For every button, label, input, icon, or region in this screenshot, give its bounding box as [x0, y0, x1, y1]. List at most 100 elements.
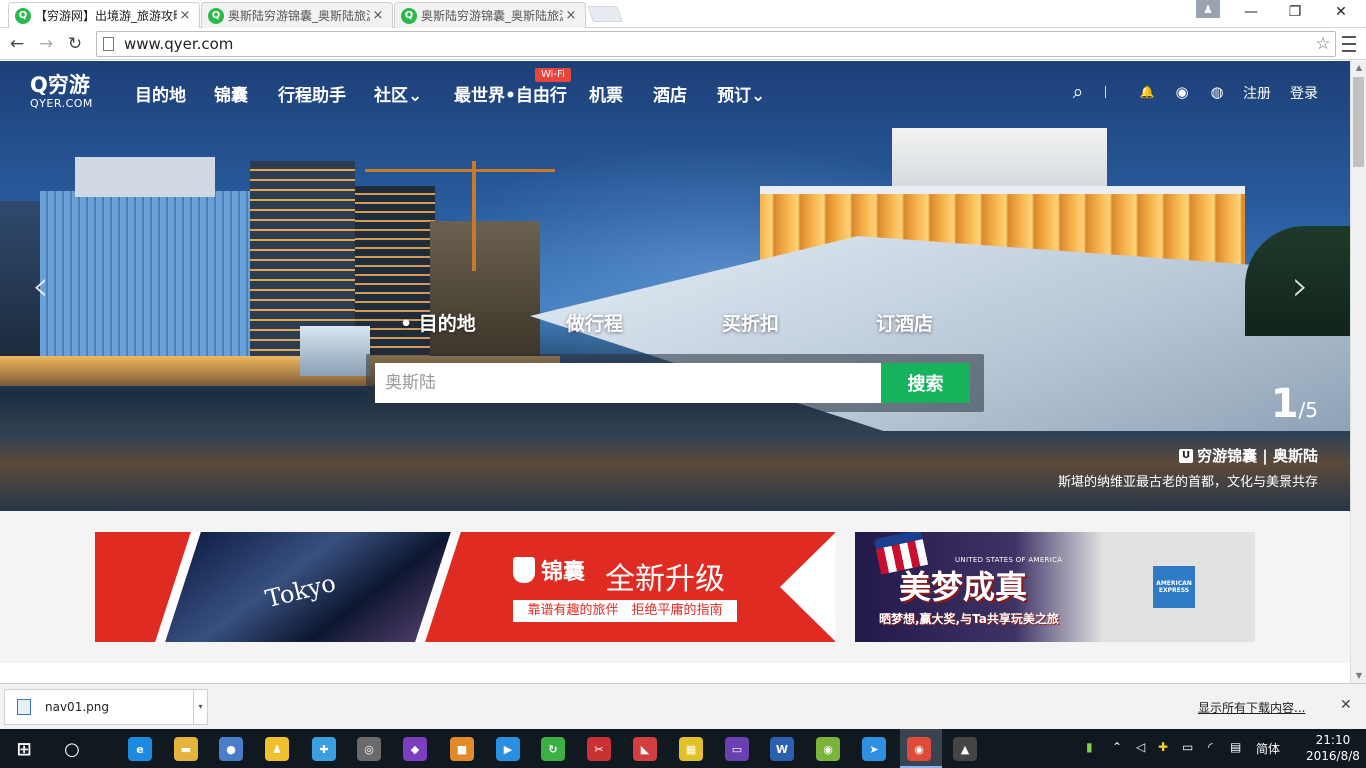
caption-title[interactable]: 穷游锦囊 | 奥斯陆	[1197, 445, 1318, 466]
weibo-icon[interactable]: ◉	[1172, 83, 1192, 101]
back-button[interactable]: ←	[5, 32, 29, 56]
close-download-bar-icon[interactable]: ✕	[1340, 697, 1352, 713]
nav-guides[interactable]: 锦囊	[214, 81, 248, 106]
address-bar[interactable]: www.qyer.com ☆	[96, 31, 1336, 57]
task-search-icon[interactable]: ○	[60, 737, 84, 761]
add-icon[interactable]: ✚	[1158, 740, 1168, 754]
search-box: 搜索	[366, 354, 984, 412]
user-profile-icon[interactable]: ♟	[1196, 0, 1220, 18]
android-icon[interactable]: ◉	[816, 737, 840, 761]
globe-icon[interactable]: ●	[219, 737, 243, 761]
tab-close-icon[interactable]: ×	[177, 8, 193, 23]
browser-tab-oslo-guide-1[interactable]: Q 奥斯陆穷游锦囊_奥斯陆旅游 ×	[201, 2, 393, 28]
banner-big-text: 美梦成真	[899, 568, 1028, 606]
search-button[interactable]: 搜索	[881, 363, 970, 403]
slide-caption[interactable]: U 穷游锦囊 | 奥斯陆 斯堪的纳维亚最古老的首都，文化与美景共存	[1058, 445, 1318, 490]
logo-cn: Q穷游	[30, 73, 90, 97]
crane-illustration	[365, 169, 555, 172]
guide-upgrade-banner[interactable]: Tokyo 锦囊 全新升级 靠谱有趣的旅伴 拒绝平庸的指南	[95, 532, 835, 642]
nav-hotels[interactable]: 酒店	[653, 81, 687, 106]
browser-toolbar: ← → ↻ www.qyer.com ☆	[0, 28, 1366, 60]
download-options-icon[interactable]: ▾	[193, 690, 207, 724]
login-link[interactable]: 登录	[1290, 83, 1318, 103]
hero-carousel: Q穷游 QYER.COM 目的地 锦囊 行程助手 社区⌄ 最世界•自由行 Wi-…	[0, 61, 1350, 511]
message-icon[interactable]: ▤	[1230, 740, 1241, 754]
download-filename[interactable]: nav01.png	[39, 700, 193, 714]
puzzle-icon[interactable]: ▦	[679, 737, 703, 761]
carousel-prev-icon[interactable]: ‹	[32, 261, 49, 310]
tab-close-icon[interactable]: ×	[563, 8, 579, 23]
player-icon[interactable]: ▶	[496, 737, 520, 761]
box-icon[interactable]: ■	[450, 737, 474, 761]
network-icon[interactable]: ✚	[312, 737, 336, 761]
nav-free-travel[interactable]: 最世界•自由行	[454, 81, 567, 106]
keyboard-icon[interactable]: ▭	[725, 737, 749, 761]
search-tab-deals[interactable]: 买折扣	[722, 309, 779, 336]
browser-tab-bar: Q 【穷游网】出境游_旅游攻略 × Q 奥斯陆穷游锦囊_奥斯陆旅游 × Q 奥斯…	[0, 0, 1366, 28]
qyer-logo[interactable]: Q穷游 QYER.COM	[30, 73, 110, 113]
slide-counter: 1/5	[1271, 381, 1318, 427]
nav-destination[interactable]: 目的地	[135, 81, 186, 106]
browser-tab-oslo-guide-2[interactable]: Q 奥斯陆穷游锦囊_奥斯陆旅游 ×	[394, 2, 586, 28]
minimize-button[interactable]: —	[1228, 0, 1274, 24]
address-url[interactable]: www.qyer.com	[124, 35, 1311, 53]
folder-icon[interactable]: ▬	[174, 737, 198, 761]
battery-icon[interactable]: ▮	[1086, 740, 1093, 754]
paint-icon[interactable]: ◣	[633, 737, 657, 761]
slide-current: 1	[1270, 381, 1299, 427]
scroll-down-icon[interactable]: ▼	[1351, 669, 1366, 683]
scrollbar-thumb[interactable]	[1353, 77, 1364, 167]
clock[interactable]: 21:10 2016/8/8	[1306, 732, 1360, 764]
photos-icon[interactable]: ▲	[953, 737, 977, 761]
forward-button[interactable]: →	[34, 32, 58, 56]
ie-icon[interactable]: e	[128, 737, 152, 761]
logo-en: QYER.COM	[30, 97, 93, 110]
start-icon[interactable]: ⊞	[12, 737, 36, 761]
download-item[interactable]: nav01.png ▾	[4, 689, 208, 725]
browser-menu-button[interactable]	[1338, 34, 1360, 54]
maximize-button[interactable]: ❐	[1272, 0, 1318, 24]
qq-icon[interactable]: ♟	[265, 737, 289, 761]
word-icon[interactable]: W	[770, 737, 794, 761]
chrome-icon[interactable]: ◉	[907, 737, 931, 761]
wifi-icon[interactable]: ◜	[1208, 740, 1213, 754]
carousel-next-icon[interactable]: ›	[1292, 261, 1309, 310]
search-tabs: • 目的地 做行程 买折扣 订酒店	[400, 309, 980, 339]
tab-close-icon[interactable]: ×	[370, 8, 386, 23]
search-tab-hotels[interactable]: 订酒店	[876, 309, 933, 336]
nav-community[interactable]: 社区⌄	[374, 81, 422, 106]
nav-booking[interactable]: 预订⌄	[717, 81, 765, 106]
nav-trip-planner[interactable]: 行程助手	[278, 81, 346, 106]
american-dream-banner[interactable]: UNITED STATES OF AMERICA 美梦成真 晒梦想,赢大奖,与T…	[855, 532, 1255, 642]
caption-subtitle: 斯堪的纳维亚最古老的首都，文化与美景共存	[1057, 475, 1318, 490]
nav-flights[interactable]: 机票	[589, 81, 623, 106]
crane-illustration	[472, 161, 476, 271]
search-icon[interactable]: ⌕	[1068, 83, 1088, 102]
guide-icon: U	[1179, 448, 1194, 463]
volume-icon[interactable]: ◁	[1136, 740, 1145, 754]
disc-icon[interactable]: ◎	[357, 737, 381, 761]
search-tab-itinerary[interactable]: 做行程	[566, 309, 623, 336]
tray-expand-icon[interactable]: ⌃	[1112, 740, 1122, 754]
vs-icon[interactable]: ◆	[403, 737, 427, 761]
search-input[interactable]	[375, 363, 881, 403]
bird-icon[interactable]: ➤	[862, 737, 886, 761]
wechat-icon[interactable]: ◍	[1207, 83, 1227, 101]
refresh-icon[interactable]: ↻	[541, 737, 565, 761]
browser-tab-qyer-home[interactable]: Q 【穷游网】出境游_旅游攻略 ×	[8, 2, 200, 28]
ime-indicator[interactable]: 简体	[1256, 740, 1280, 757]
reload-button[interactable]: ↻	[63, 32, 87, 56]
tool-icon[interactable]: ✂	[587, 737, 611, 761]
power-icon[interactable]: ▭	[1182, 740, 1193, 754]
register-link[interactable]: 注册	[1243, 83, 1271, 103]
bookmark-star-icon[interactable]: ☆	[1311, 34, 1335, 54]
download-bar: nav01.png ▾ 显示所有下载内容... ✕	[0, 683, 1366, 729]
page-scrollbar[interactable]: ▲ ▼	[1350, 61, 1366, 683]
new-tab-button[interactable]	[587, 6, 623, 22]
show-all-downloads-link[interactable]: 显示所有下载内容...	[1198, 699, 1305, 716]
search-tab-destination[interactable]: • 目的地	[400, 309, 476, 336]
notification-bell-icon[interactable]: 🔔	[1137, 83, 1157, 101]
close-window-button[interactable]: ✕	[1318, 0, 1364, 24]
scroll-up-icon[interactable]: ▲	[1351, 61, 1366, 75]
image-file-icon	[17, 699, 31, 715]
